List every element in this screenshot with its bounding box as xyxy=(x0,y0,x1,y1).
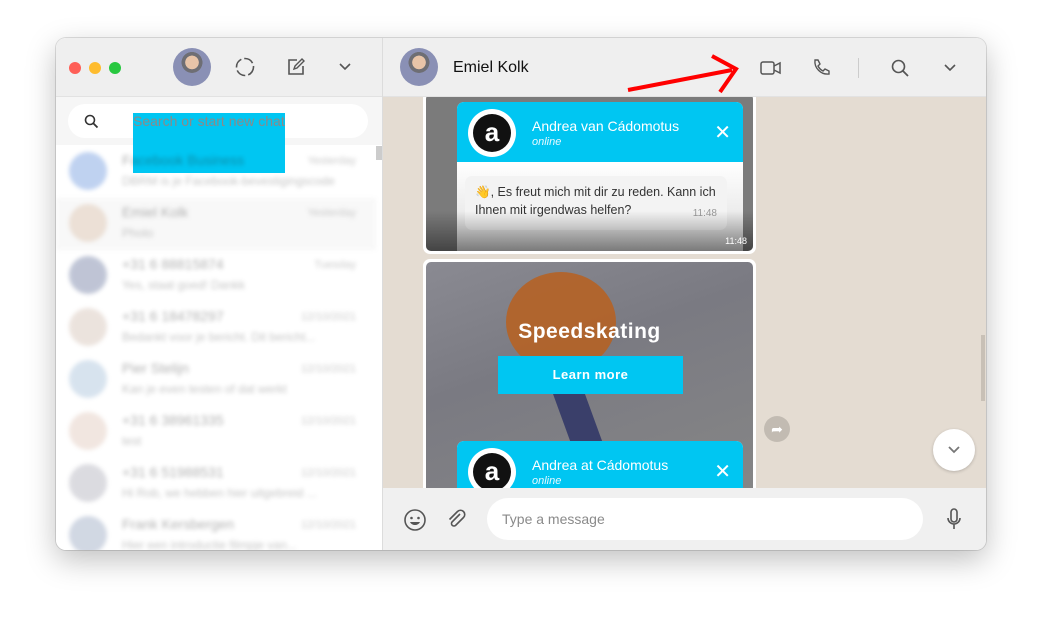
chat-list-item[interactable]: +31 6 88815874 Tuesday Yes, staat goed! Da… xyxy=(56,250,376,302)
whatsapp-window: Search or start new chat Facebook Busine… xyxy=(56,38,986,550)
chat-time: 12/10/2021 xyxy=(300,363,356,375)
chat-preview: DBRM is je Facebook-bevestigingscode xyxy=(122,174,335,188)
chat-time: 12/10/2021 xyxy=(300,415,356,427)
chat-preview: Hi Rob, we hebben hier uitgebreid ... xyxy=(122,486,317,500)
video-call-icon[interactable] xyxy=(759,57,783,79)
cadomotus-logo: a xyxy=(468,109,516,157)
chat-time: Tuesday xyxy=(314,259,356,271)
chat-list-item[interactable]: +31 6 18478297 12/10/2021 Bedankt voor je … xyxy=(56,302,376,354)
minimize-window-button[interactable] xyxy=(89,62,101,74)
chat-list-item[interactable]: Pier Stelijn 12/10/2021 Kan je even testen… xyxy=(56,354,376,406)
emoji-icon[interactable] xyxy=(403,508,427,532)
chat-preview: Yes, staat goed! Dankk xyxy=(122,278,245,292)
conversation-pane: Emiel Kolk a Andrea van Cádomotus online… xyxy=(383,38,986,550)
avatar xyxy=(69,256,107,294)
chat-widget-popup: a Andrea at Cádomotus online ✕ xyxy=(457,441,743,488)
message-input[interactable]: Type a message xyxy=(487,498,923,540)
chat-name: +31 6 51988531 xyxy=(122,464,224,480)
avatar xyxy=(69,360,107,398)
chat-name: Pier Stelijn xyxy=(122,360,189,376)
message-placeholder: Type a message xyxy=(502,511,605,527)
avatar xyxy=(69,152,107,190)
scroll-down-button[interactable] xyxy=(933,429,975,471)
chat-list-item[interactable]: Frank Kersbergen 12/10/2021 Hier een intro… xyxy=(56,510,376,550)
zoom-window-button[interactable] xyxy=(109,62,121,74)
cadomotus-logo: a xyxy=(468,448,516,488)
avatar xyxy=(69,204,107,242)
chevron-down-icon[interactable] xyxy=(335,57,355,77)
chat-time: 12/10/2021 xyxy=(300,467,356,479)
search-icon xyxy=(84,114,99,129)
popup-status: online xyxy=(532,475,562,487)
chat-preview: test xyxy=(122,434,142,448)
avatar xyxy=(69,412,107,450)
chat-name: +31 6 38961335 xyxy=(122,412,224,428)
chat-scrollbar[interactable] xyxy=(981,335,985,401)
chat-list-item[interactable]: Emiel Kolk Yesterday Photo xyxy=(56,198,376,250)
contact-avatar[interactable] xyxy=(400,48,438,86)
ad-headline: Speedskating xyxy=(518,320,661,343)
voice-call-icon[interactable] xyxy=(810,57,832,79)
search-bar: Search or start new chat xyxy=(56,97,382,173)
forward-icon[interactable]: ➦ xyxy=(764,416,790,442)
chat-name: +31 6 88815874 xyxy=(122,256,224,272)
message-time: 11:48 xyxy=(725,236,747,246)
search-input[interactable]: Search or start new chat xyxy=(68,104,368,173)
sidebar: Search or start new chat Facebook Busine… xyxy=(56,38,383,550)
popup-name: Andrea at Cádomotus xyxy=(532,457,669,473)
learn-more-button[interactable]: Learn more xyxy=(498,356,683,394)
sidebar-scrollbar[interactable] xyxy=(376,146,382,160)
chat-name: Frank Kersbergen xyxy=(122,516,235,532)
chat-preview: Bedankt voor je bericht. Dit bericht... xyxy=(122,330,316,344)
chat-preview: Kan je even testen of dat werkt xyxy=(122,382,287,396)
header-divider xyxy=(858,58,859,78)
message-area: a Andrea van Cádomotus online ✕ 👋, Es fr… xyxy=(383,97,986,488)
avatar xyxy=(69,516,107,550)
chevron-down-icon xyxy=(948,446,960,454)
annotation-arrow xyxy=(627,54,739,94)
microphone-icon[interactable] xyxy=(943,506,965,532)
status-icon[interactable] xyxy=(234,56,256,78)
my-avatar[interactable] xyxy=(173,48,211,86)
avatar xyxy=(69,308,107,346)
image-message[interactable]: Speedskating Learn more a Andrea at Cádo… xyxy=(423,259,756,488)
close-window-button[interactable] xyxy=(69,62,81,74)
avatar xyxy=(69,464,107,502)
chat-list-item[interactable]: +31 6 51988531 12/10/2021 Hi Rob, we hebbe… xyxy=(56,458,376,510)
chat-name: Facebook Business xyxy=(122,152,245,168)
chat-name: Emiel Kolk xyxy=(122,204,189,220)
chat-list-item[interactable]: Facebook Business Yesterday DBRM is je Fac… xyxy=(56,146,376,198)
chat-time: 12/10/2021 xyxy=(300,311,356,323)
search-icon[interactable] xyxy=(889,57,911,79)
chat-name: +31 6 18478297 xyxy=(122,308,224,324)
attach-icon[interactable] xyxy=(445,508,469,532)
sidebar-header xyxy=(56,38,382,97)
contact-name[interactable]: Emiel Kolk xyxy=(453,59,529,77)
close-icon: ✕ xyxy=(714,122,731,144)
new-chat-icon[interactable] xyxy=(285,56,307,78)
chat-list: Facebook Business Yesterday DBRM is je Fac… xyxy=(56,146,376,550)
chat-time: 12/10/2021 xyxy=(300,519,356,531)
menu-chevron-icon[interactable] xyxy=(940,58,960,78)
popup-status: online xyxy=(532,136,562,148)
chat-list-item[interactable]: +31 6 38961335 12/10/2021 test xyxy=(56,406,376,458)
chat-preview: Hier een introductie filmpje van... xyxy=(122,538,297,550)
composer: Type a message xyxy=(383,488,986,550)
chat-time: Yesterday xyxy=(307,155,356,167)
image-message[interactable]: a Andrea van Cádomotus online ✕ 👋, Es fr… xyxy=(423,97,756,254)
chat-time: Yesterday xyxy=(307,207,356,219)
close-icon: ✕ xyxy=(714,461,731,483)
chat-preview: Photo xyxy=(122,226,154,240)
popup-name: Andrea van Cádomotus xyxy=(532,118,680,134)
